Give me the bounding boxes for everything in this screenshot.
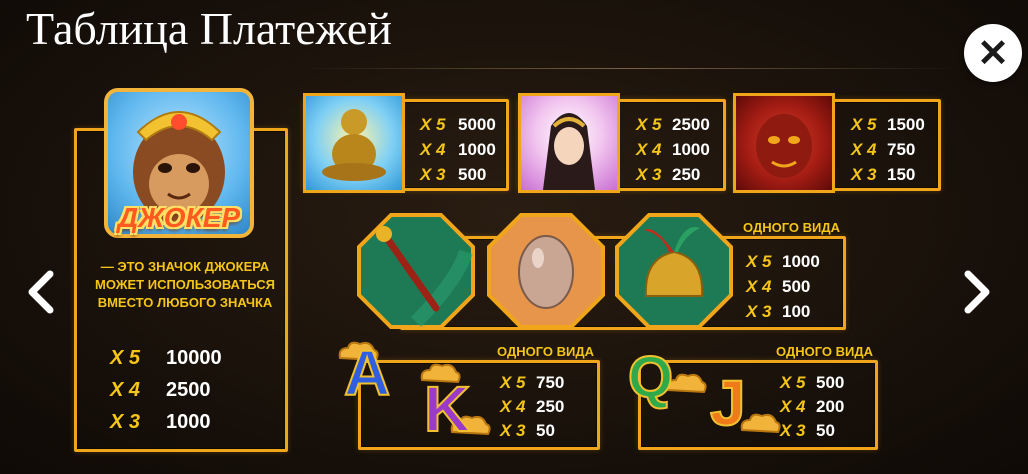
pay-multiplier: X 3	[746, 302, 772, 321]
pay-multiplier: X 5	[851, 115, 877, 134]
pay-value: 10000	[166, 347, 222, 369]
pay-multiplier: X 3	[110, 411, 141, 433]
helmet-symbol	[615, 213, 733, 329]
pay-row: X 4 250	[500, 395, 564, 419]
pay-value: 250	[672, 165, 701, 184]
pay-row: X 3 150	[851, 162, 925, 187]
pay-multiplier: X 5	[636, 115, 662, 134]
pay-multiplier: X 5	[500, 373, 526, 392]
letter-j-symbol: J	[709, 367, 747, 439]
prev-page-button[interactable]	[22, 262, 58, 322]
next-page-button[interactable]	[960, 262, 996, 322]
pay-multiplier: X 3	[780, 421, 806, 440]
pay-value: 2500	[672, 115, 710, 134]
chevron-left-icon	[28, 270, 54, 314]
pay-value: 1000	[782, 252, 820, 271]
pay-multiplier: X 4	[746, 277, 772, 296]
pay-multiplier: X 5	[110, 347, 141, 369]
goddess-icon	[543, 113, 595, 190]
pay-multiplier: X 4	[110, 379, 141, 401]
close-button[interactable]: ✕	[964, 24, 1022, 82]
items-group-paytable: X 5 1000 X 4 500 X 3 100	[746, 249, 820, 324]
letter-k-symbol: K	[423, 373, 471, 445]
pay-multiplier: X 4	[636, 140, 662, 159]
pay-value: 200	[816, 397, 845, 416]
pay-row: X 3 100	[746, 299, 820, 324]
pay-row: X 4 500	[746, 274, 820, 299]
close-icon: ✕	[977, 32, 1009, 75]
demon-paytable: X 5 1500 X 4 750 X 3 150	[851, 112, 925, 187]
pay-value: 500	[816, 373, 845, 392]
pay-multiplier: X 5	[780, 373, 806, 392]
pay-row: X 3 50	[500, 419, 564, 443]
pay-value: 1000	[166, 411, 211, 433]
letter-q-symbol: Q	[627, 345, 674, 411]
pay-value: 500	[782, 277, 811, 296]
pay-row: X 3 1000	[110, 406, 222, 438]
items-group-label: ОДНОГО ВИДА	[743, 220, 841, 235]
demon-mask-icon	[756, 114, 812, 178]
pay-row: X 5 2500	[636, 112, 710, 137]
pay-multiplier: X 4	[500, 397, 526, 416]
chevron-right-icon	[964, 270, 990, 314]
pay-row: X 5 1500	[851, 112, 925, 137]
pay-row: X 5 750	[500, 371, 564, 395]
pay-value: 150	[887, 165, 916, 184]
pay-row: X 4 1000	[636, 137, 710, 162]
pay-row: X 4 2500	[110, 374, 222, 406]
qj-group-label: ОДНОГО ВИДА	[776, 344, 874, 359]
pay-value: 1000	[458, 140, 496, 159]
demon-symbol	[733, 93, 835, 193]
ak-group-paytable: X 5 750 X 4 250 X 3 50	[500, 371, 564, 443]
pay-multiplier: X 5	[746, 252, 772, 271]
pay-value: 1000	[672, 140, 710, 159]
page-title: Таблица Платежей	[26, 3, 392, 54]
egg-icon	[518, 235, 574, 309]
pay-value: 100	[782, 302, 811, 321]
pay-value: 5000	[458, 115, 496, 134]
joker-paytable: X 5 10000 X 4 2500 X 3 1000	[110, 342, 222, 438]
pay-value: 50	[536, 421, 555, 440]
pay-value: 1500	[887, 115, 925, 134]
pay-value: 500	[458, 165, 487, 184]
pay-row: X 5 10000	[110, 342, 222, 374]
pay-multiplier: X 4	[420, 140, 446, 159]
pay-multiplier: X 4	[851, 140, 877, 159]
buddha-paytable: X 5 5000 X 4 1000 X 3 500	[420, 112, 496, 187]
qj-group-paytable: X 5 500 X 4 200 X 3 50	[780, 371, 844, 443]
joker-description: — ЭТО ЗНАЧОК ДЖОКЕРА МОЖЕТ ИСПОЛЬЗОВАТЬС…	[94, 259, 275, 310]
pay-value: 250	[536, 397, 565, 416]
pay-multiplier: X 3	[851, 165, 877, 184]
pay-row: X 3 250	[636, 162, 710, 187]
pay-value: 50	[816, 421, 835, 440]
pay-value: 2500	[166, 379, 211, 401]
pay-multiplier: X 4	[780, 397, 806, 416]
pay-value: 750	[887, 140, 916, 159]
goddess-paytable: X 5 2500 X 4 1000 X 3 250	[636, 112, 710, 187]
pay-row: X 5 1000	[746, 249, 820, 274]
joker-label: ДЖОКЕР	[117, 202, 241, 233]
pay-row: X 4 200	[780, 395, 844, 419]
pay-row: X 5 500	[780, 371, 844, 395]
ak-group-label: ОДНОГО ВИДА	[497, 344, 595, 359]
buddha-symbol	[303, 93, 405, 193]
pay-row: X 3 50	[780, 419, 844, 443]
egg-symbol	[487, 213, 605, 329]
pay-value: 750	[536, 373, 565, 392]
title-divider	[300, 68, 960, 69]
staff-symbol	[357, 213, 475, 329]
pay-row: X 4 750	[851, 137, 925, 162]
pay-row: X 5 5000	[420, 112, 496, 137]
goddess-symbol	[518, 93, 620, 193]
buddha-icon	[322, 109, 386, 181]
pay-multiplier: X 3	[420, 165, 446, 184]
letter-a-symbol: A	[343, 337, 391, 409]
pay-row: X 3 500	[420, 162, 496, 187]
pay-multiplier: X 3	[636, 165, 662, 184]
pay-multiplier: X 5	[420, 115, 446, 134]
pay-row: X 4 1000	[420, 137, 496, 162]
pay-multiplier: X 3	[500, 421, 526, 440]
